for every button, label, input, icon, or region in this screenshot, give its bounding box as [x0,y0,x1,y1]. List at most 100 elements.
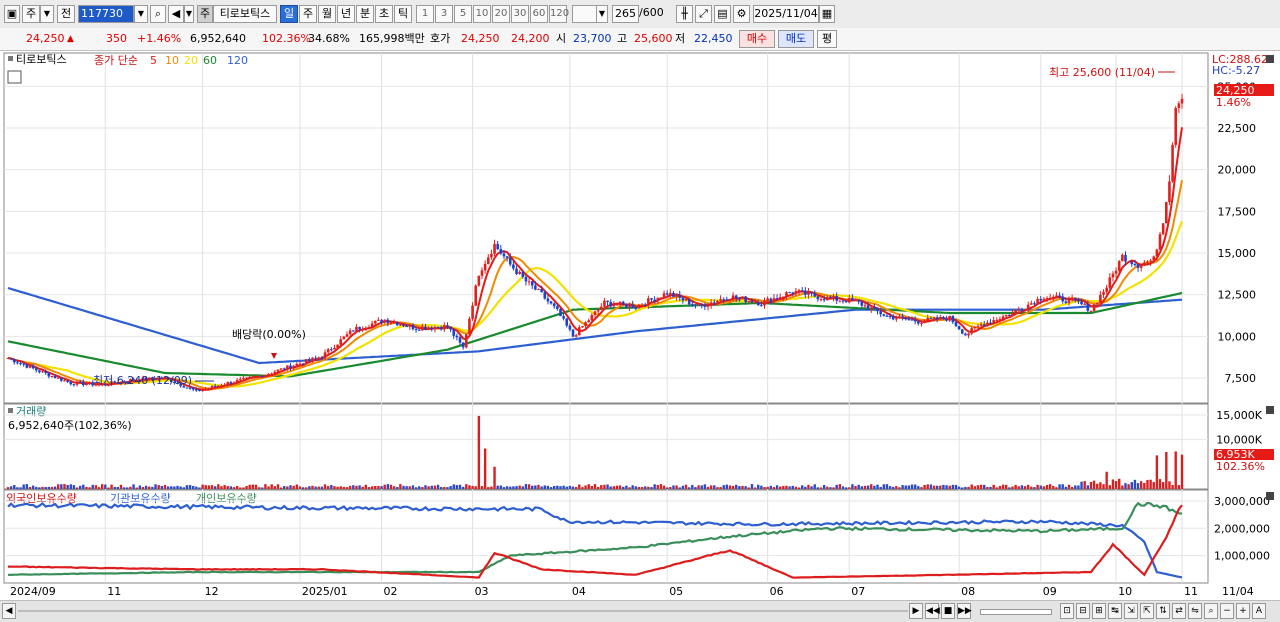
volume-bar [735,484,738,489]
interval-button-2[interactable]: 5 [454,5,472,23]
avg-button[interactable]: 평 [817,30,837,48]
interval-dropdown-icon[interactable]: ▼ [596,5,608,23]
code-dropdown-icon[interactable]: ▼ [134,5,148,23]
volume-bar [298,486,302,489]
volume-bar [116,486,120,489]
volume-bar [590,485,594,489]
period-tab-0[interactable]: 일 [280,5,298,23]
period-tab-4[interactable]: 분 [356,5,374,23]
font-size-button[interactable]: A [1252,603,1266,619]
x-axis-label: 2025/01 [302,585,348,598]
last-volume-pct: 102.36% [1216,460,1265,473]
volume-bar [775,485,779,489]
tool-icon-2[interactable]: ⊟ [1076,603,1090,619]
scroll-left-icon[interactable]: ◀ [2,603,16,619]
candle-body [198,389,201,392]
volume-bar [625,485,628,489]
forward-icon[interactable]: ▶▶ [957,603,972,619]
save-icon[interactable]: ▤ [714,5,731,23]
tool-icon-9[interactable]: ⇋ [1188,603,1202,619]
interval-button-6[interactable]: 60 [530,5,548,23]
volume-bar [119,484,123,489]
candle-body [942,316,945,319]
interval-button-5[interactable]: 30 [511,5,529,23]
speaker-dropdown-icon[interactable]: ▼ [184,5,194,23]
interval-button-3[interactable]: 10 [473,5,491,23]
tool-icon-6[interactable]: ⇱ [1140,603,1154,619]
volume-bar [562,485,565,489]
calendar-icon[interactable]: ▦ [819,5,835,23]
volume-bar [195,486,198,489]
zoom-search-icon[interactable]: ⌕ [1204,603,1218,619]
zoom-out-icon[interactable]: − [1220,603,1234,619]
tool-icon-3[interactable]: ⊞ [1092,603,1106,619]
period-tab-3[interactable]: 년 [337,5,355,23]
sell-button[interactable]: 매도 [778,30,814,48]
candle-body [951,315,955,323]
candle-type-icon[interactable]: ╫ [676,5,693,23]
search-icon[interactable]: ⌕ [150,5,166,23]
tool-icon-5[interactable]: ⇲ [1124,603,1138,619]
draw-tool-icon[interactable]: ⤢ [695,5,712,23]
layout-icon[interactable]: ▣ [4,5,20,23]
volume-bar [326,486,330,489]
chevron-down-icon[interactable]: ▼ [40,5,54,23]
count-input[interactable]: 265 [612,5,639,23]
bottom-scrollbar[interactable]: ◀ ▶ ◀◀ ■ ▶▶ ⊡ ⊟ ⊞ ↹ ⇲ ⇱ ⇅ ⇄ ⇋ ⌕ − + A [0,600,1280,622]
scroll-right-icon[interactable]: ▶ [909,603,923,619]
stock-code-input[interactable]: 117730 [78,5,134,23]
volume-bar [1077,485,1080,489]
candle-body [1117,261,1121,271]
period-tab-2[interactable]: 월 [318,5,336,23]
interval-button-7[interactable]: 120 [549,5,569,23]
candle-body [22,363,25,365]
volume-bar [574,487,578,489]
candle-body [904,317,908,320]
interval-button-0[interactable]: 1 [416,5,434,23]
tool-icon-7[interactable]: ⇅ [1156,603,1170,619]
volume-bar [992,484,995,489]
zoom-slider[interactable] [980,609,1052,615]
tool-icon-8[interactable]: ⇄ [1172,603,1186,619]
volume-bar [829,487,832,489]
zoom-in-icon[interactable]: + [1236,603,1250,619]
volume-bar [490,486,493,489]
candle-body [791,292,795,294]
tool-icon-1[interactable]: ⊡ [1060,603,1074,619]
period-select[interactable]: 주 [22,5,40,23]
candle-body [6,358,10,360]
stock-name[interactable]: 티로보틱스 [213,5,277,23]
candle-body [505,256,509,258]
volume-bar [644,486,647,489]
volume-bar [744,486,747,489]
candle-body [860,301,864,306]
candle-body [807,291,810,295]
candle-body [700,304,704,306]
candle-body [490,253,493,258]
prev-button[interactable]: 전 [57,5,75,23]
interval-button-1[interactable]: 3 [435,5,453,23]
rewind-icon[interactable]: ◀◀ [925,603,940,619]
speaker-icon[interactable]: ◀ [168,5,184,23]
buy-button[interactable]: 매수 [739,30,775,48]
volume-bar [496,485,499,489]
volume-bar [13,485,16,489]
interval-button-4[interactable]: 20 [492,5,510,23]
volume-bar [1118,478,1121,489]
gear-icon[interactable]: ⚙ [733,5,750,23]
period-tab-1[interactable]: 주 [299,5,317,23]
candle-body [1149,260,1152,262]
tool-icon-4[interactable]: ↹ [1108,603,1122,619]
volume-bar [964,486,967,489]
scroll-track[interactable] [18,610,908,612]
period-tab-6[interactable]: 틱 [394,5,412,23]
price-change: 350 [106,32,127,45]
date-input[interactable]: 2025/11/04 [753,5,819,23]
stop-icon[interactable]: ■ [941,603,955,619]
stock-type-badge: 주 [197,5,213,23]
period-tab-5[interactable]: 초 [375,5,393,23]
candle-body [800,290,804,292]
candle-body [471,305,474,319]
candle-body [1165,202,1168,224]
volume-bar [138,485,142,489]
